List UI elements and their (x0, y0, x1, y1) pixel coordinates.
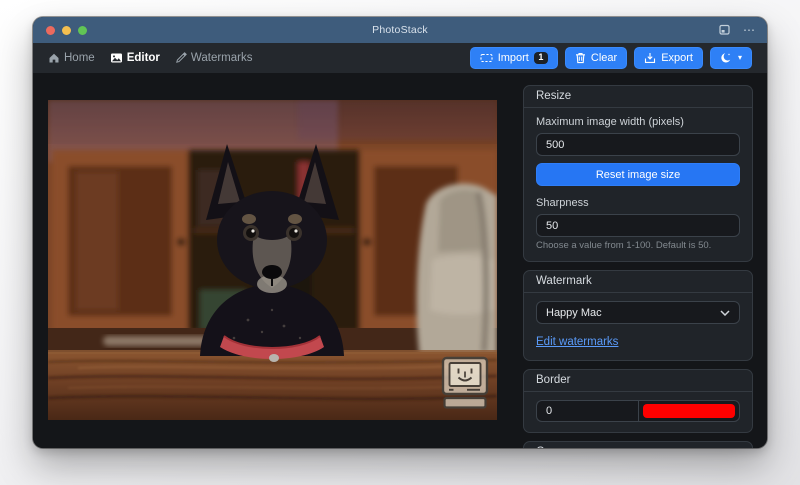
import-frame-icon (480, 52, 493, 64)
close-window-button[interactable] (46, 26, 55, 35)
moon-stars-icon (720, 52, 732, 64)
export-button[interactable]: Export (634, 47, 703, 69)
border-input-group (536, 400, 740, 422)
export-icon (644, 52, 656, 64)
edit-watermarks-link[interactable]: Edit watermarks (536, 336, 618, 348)
theme-toggle-button[interactable]: ▾ (710, 47, 752, 69)
dropdown-caret-icon: ▾ (738, 54, 742, 62)
nav-item-label: Home (64, 52, 95, 64)
border-width-input[interactable] (536, 400, 638, 422)
watermark-card: Watermark Happy Mac Edit watermarks (523, 270, 753, 361)
titlebar: PhotoStack ⋯ (33, 17, 767, 43)
max-width-label: Maximum image width (pixels) (536, 116, 740, 129)
nav-item-label: Editor (127, 52, 160, 64)
crop-card-title: Crop (524, 442, 752, 448)
border-color-picker[interactable] (638, 400, 740, 422)
border-card-title: Border (524, 370, 752, 392)
watermark-selected-value: Happy Mac (546, 307, 602, 319)
nav-item-home[interactable]: Home (48, 52, 95, 64)
import-button[interactable]: Import 1 (470, 47, 558, 69)
resize-card-title: Resize (524, 86, 752, 108)
export-label: Export (661, 52, 693, 64)
editor-content: Resize Maximum image width (pixels) Rese… (33, 73, 767, 448)
nav-item-editor[interactable]: Editor (110, 52, 160, 64)
chevron-down-icon (720, 310, 730, 316)
house-icon (48, 52, 60, 64)
dog-photo (48, 100, 497, 420)
clear-label: Clear (591, 52, 617, 64)
sharpness-label: Sharpness (536, 197, 740, 210)
navbar: Home Editor Watermarks Import 1 (33, 43, 767, 73)
import-label: Import (498, 52, 529, 64)
sharpness-help-text: Choose a value from 1-100. Default is 50… (536, 240, 740, 251)
more-menu-icon[interactable]: ⋯ (743, 24, 755, 36)
reset-image-size-button[interactable]: Reset image size (536, 163, 740, 186)
settings-sidebar: Resize Maximum image width (pixels) Rese… (523, 85, 753, 448)
border-card: Border (523, 369, 753, 433)
crop-card: Crop (523, 441, 753, 448)
max-width-input[interactable] (536, 133, 740, 156)
trash-icon (575, 52, 586, 64)
border-color-swatch (643, 404, 735, 418)
watermark-select[interactable]: Happy Mac (536, 301, 740, 324)
import-count-badge: 1 (534, 52, 548, 65)
app-window: PhotoStack ⋯ Home Editor (33, 17, 767, 448)
nav-item-label: Watermarks (191, 52, 253, 64)
traffic-lights (46, 17, 87, 43)
zoom-window-button[interactable] (78, 26, 87, 35)
watermark-card-title: Watermark (524, 271, 752, 293)
photo-preview (48, 100, 497, 420)
resize-card: Resize Maximum image width (pixels) Rese… (523, 85, 753, 262)
pencil-icon (175, 52, 187, 64)
watermark-happy-mac-icon (443, 358, 487, 408)
minimize-window-button[interactable] (62, 26, 71, 35)
new-window-icon[interactable] (718, 24, 731, 36)
window-title: PhotoStack (372, 24, 428, 36)
nav-item-watermarks[interactable]: Watermarks (175, 52, 253, 64)
sharpness-input[interactable] (536, 214, 740, 237)
clear-button[interactable]: Clear (565, 47, 627, 69)
image-icon (110, 52, 123, 64)
